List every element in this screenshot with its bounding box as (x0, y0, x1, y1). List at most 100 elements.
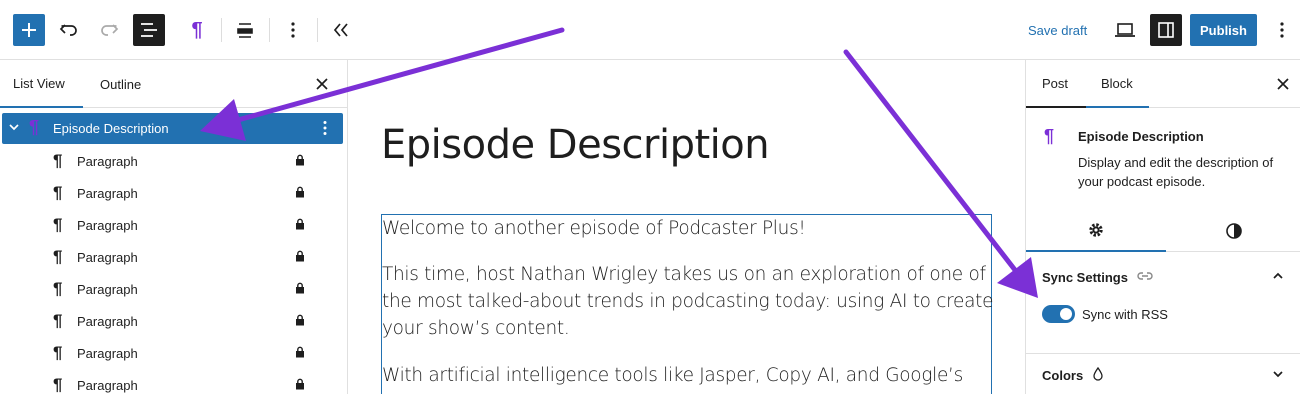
list-item[interactable]: ¶ Paragraph (0, 305, 343, 337)
paragraph-icon: ¶ (53, 343, 63, 362)
undo-button[interactable] (53, 14, 85, 46)
block-options-button[interactable] (277, 14, 309, 46)
editor-toolbar: ¶ Save draft Publish (0, 0, 1300, 60)
paragraph-icon: ¶ (53, 151, 63, 170)
list-view-panel: List View Outline ¶ Episode Description … (0, 60, 348, 394)
redo-icon (101, 24, 119, 36)
paragraph-icon: ¶ (29, 117, 40, 137)
sync-settings-panel-header[interactable]: Sync Settings (1026, 254, 1300, 300)
settings-sidebar: Post Block ¶ Episode Description Display… (1025, 60, 1300, 394)
publish-button[interactable]: Publish (1190, 14, 1257, 46)
tab-block-settings[interactable] (1026, 210, 1166, 252)
link-icon (1137, 272, 1153, 280)
list-item-label: Paragraph (77, 186, 138, 201)
toggle-knob (1060, 308, 1072, 320)
save-draft-button[interactable]: Save draft (1020, 14, 1095, 46)
paragraph-icon: ¶ (191, 18, 203, 41)
paragraph-icon: ¶ (53, 279, 63, 298)
tab-post[interactable]: Post (1026, 60, 1086, 108)
tab-list-view[interactable]: List View (0, 60, 83, 108)
lock-icon (296, 282, 304, 294)
episode-description-block[interactable]: Welcome to another episode of Podcaster … (381, 214, 994, 394)
list-view-icon (141, 23, 157, 37)
colors-title: Colors (1042, 368, 1084, 383)
align-button[interactable] (229, 14, 261, 46)
block-inserter-button[interactable] (13, 14, 45, 46)
collapse-toolbar-button[interactable] (325, 14, 357, 46)
toolbar-divider (317, 18, 318, 42)
settings-sidebar-button[interactable] (1150, 14, 1182, 46)
tab-block-styles[interactable] (1166, 210, 1300, 252)
lock-icon (296, 186, 304, 198)
close-list-view-button[interactable] (312, 74, 332, 94)
list-view-tabs: List View Outline (0, 60, 347, 108)
list-item[interactable]: ¶ Paragraph (0, 177, 343, 209)
paragraph-icon: ¶ (1044, 126, 1055, 146)
sidebar-icon (1158, 22, 1174, 38)
chevron-down-icon[interactable] (8, 121, 20, 133)
preview-button[interactable] (1109, 14, 1141, 46)
list-item-label: Paragraph (77, 346, 138, 361)
block-inspector-tabs (1026, 210, 1300, 252)
list-item[interactable]: ¶ Paragraph (0, 369, 343, 394)
contrast-icon (1225, 223, 1242, 239)
block-card-description: Display and edit the description of your… (1078, 155, 1274, 189)
chevron-double-left-icon (333, 23, 348, 37)
droplet-icon (1093, 367, 1103, 381)
list-item-label: Paragraph (77, 282, 138, 297)
lock-icon (296, 346, 304, 358)
paragraph-icon: ¶ (53, 375, 63, 394)
sync-settings-title: Sync Settings (1042, 270, 1128, 285)
editor-canvas: Episode Description Welcome to another e… (348, 60, 1025, 394)
more-vertical-icon[interactable] (322, 120, 328, 136)
options-button[interactable] (1266, 14, 1298, 46)
align-wide-icon (237, 23, 253, 38)
list-item[interactable]: ¶ Paragraph (0, 145, 343, 177)
chevron-up-icon (1273, 272, 1283, 279)
paragraph-block[interactable]: Welcome to another episode of Podcaster … (382, 215, 994, 242)
paragraph-block[interactable]: With artificial intelligence tools like … (382, 362, 994, 389)
more-vertical-icon (291, 22, 295, 38)
list-item-selected[interactable]: ¶ Episode Description (2, 113, 343, 144)
block-card-title: Episode Description (1078, 129, 1204, 144)
gear-icon (1089, 223, 1103, 237)
tab-outline[interactable]: Outline (87, 60, 167, 108)
list-item-label: Paragraph (77, 314, 138, 329)
list-item-label: Paragraph (77, 218, 138, 233)
close-icon (316, 78, 328, 90)
list-item[interactable]: ¶ Paragraph (0, 273, 343, 305)
lock-icon (296, 154, 304, 166)
block-type-button[interactable]: ¶ (181, 14, 213, 46)
paragraph-block[interactable]: This time, host Nathan Wrigley takes us … (382, 261, 994, 342)
lock-icon (296, 218, 304, 230)
list-item[interactable]: ¶ Paragraph (0, 209, 343, 241)
sync-rss-toggle[interactable] (1042, 305, 1075, 323)
toolbar-divider (269, 18, 270, 42)
close-settings-button[interactable] (1273, 74, 1293, 94)
list-item[interactable]: ¶ Paragraph (0, 241, 343, 273)
list-item-label: Episode Description (53, 121, 169, 136)
desktop-icon (1115, 23, 1135, 37)
sync-rss-label: Sync with RSS (1082, 307, 1168, 322)
colors-panel-header[interactable]: Colors (1026, 353, 1300, 394)
settings-tabs: Post Block (1026, 60, 1300, 108)
document-overview-button[interactable] (133, 14, 165, 46)
chevron-down-icon (1273, 371, 1283, 378)
list-item-label: Paragraph (77, 250, 138, 265)
lock-icon (296, 250, 304, 262)
list-item-label: Paragraph (77, 154, 138, 169)
list-item-label: Paragraph (77, 378, 138, 393)
lock-icon (296, 314, 304, 326)
more-vertical-icon (1280, 22, 1284, 38)
toolbar-divider (221, 18, 222, 42)
paragraph-icon: ¶ (53, 183, 63, 202)
paragraph-icon: ¶ (53, 311, 63, 330)
undo-icon (59, 24, 77, 36)
lock-icon (296, 378, 304, 390)
list-item[interactable]: ¶ Paragraph (0, 337, 343, 369)
paragraph-icon: ¶ (53, 215, 63, 234)
tab-block[interactable]: Block (1086, 60, 1149, 108)
post-title[interactable]: Episode Description (381, 122, 770, 168)
plus-icon (22, 23, 36, 37)
redo-button[interactable] (93, 14, 125, 46)
